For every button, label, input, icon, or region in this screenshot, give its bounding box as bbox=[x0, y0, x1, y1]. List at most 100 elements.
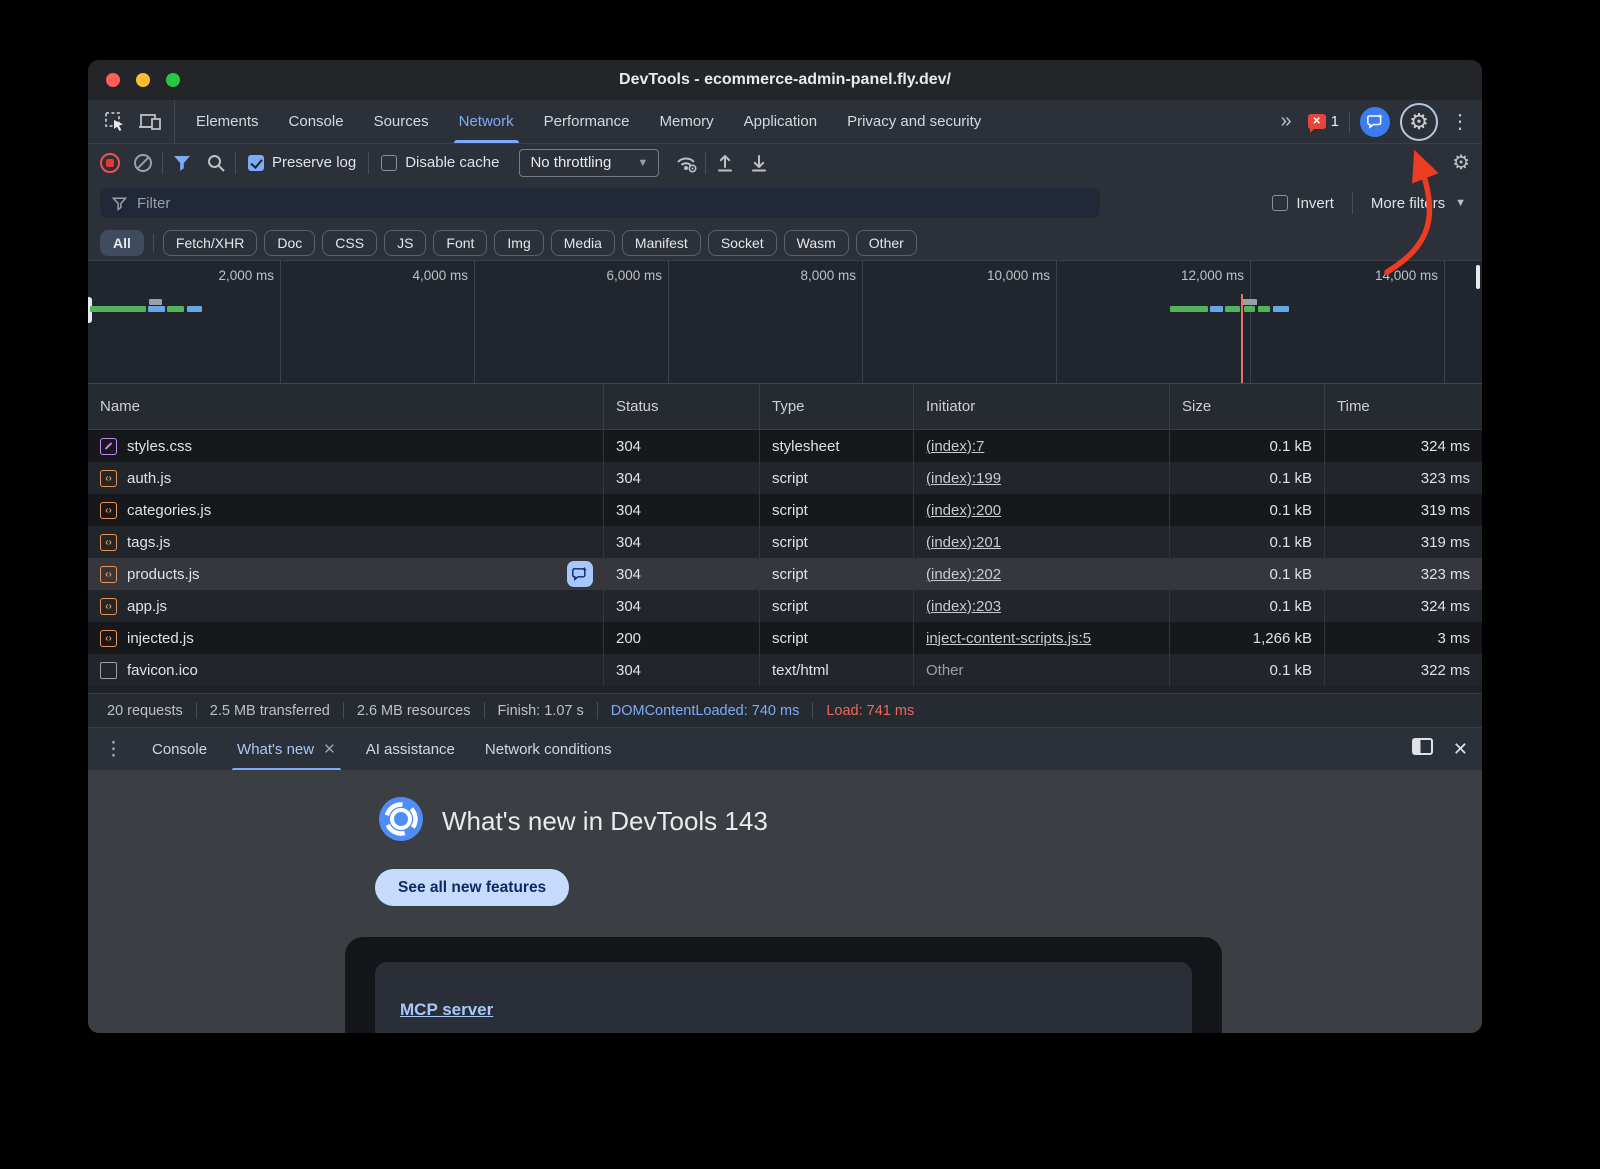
tab-console[interactable]: Console bbox=[274, 100, 359, 143]
drawer-tab-console[interactable]: Console bbox=[137, 728, 222, 770]
table-row[interactable]: ‹›injected.js200scriptinject-content-scr… bbox=[88, 622, 1482, 654]
inspect-element-icon[interactable] bbox=[100, 108, 130, 136]
network-toolbar: Preserve log Disable cache No throttling… bbox=[88, 143, 1482, 181]
overview-request-bar bbox=[149, 299, 162, 305]
type-chip-wasm[interactable]: Wasm bbox=[784, 230, 849, 256]
network-settings-gear-icon[interactable]: ⚙ bbox=[1452, 150, 1470, 175]
type-chip-doc[interactable]: Doc bbox=[264, 230, 315, 256]
initiator-link[interactable]: (index):203 bbox=[926, 598, 1001, 615]
initiator-link[interactable]: (index):199 bbox=[926, 470, 1001, 487]
column-header-name[interactable]: Name bbox=[88, 384, 604, 429]
type-chip-img[interactable]: Img bbox=[494, 230, 543, 256]
request-name: styles.css bbox=[127, 438, 192, 455]
cell-initiator: (index):7 bbox=[914, 430, 1170, 462]
ai-assistance-badge-icon[interactable] bbox=[567, 561, 593, 587]
ai-assistance-icon[interactable] bbox=[1360, 107, 1390, 137]
type-chip-media[interactable]: Media bbox=[551, 230, 615, 256]
search-icon[interactable] bbox=[201, 149, 231, 177]
type-chip-js[interactable]: JS bbox=[384, 230, 426, 256]
column-header-type[interactable]: Type bbox=[760, 384, 914, 429]
type-chip-fetch-xhr[interactable]: Fetch/XHR bbox=[163, 230, 257, 256]
see-all-new-features-button[interactable]: See all new features bbox=[375, 869, 569, 906]
device-toolbar-icon[interactable] bbox=[136, 108, 166, 136]
network-overview-timeline[interactable]: 2,000 ms4,000 ms6,000 ms8,000 ms10,000 m… bbox=[88, 261, 1482, 384]
cell-name: ‹›auth.js bbox=[88, 462, 604, 494]
initiator-link: Other bbox=[926, 662, 964, 679]
filter-input[interactable]: Filter bbox=[100, 188, 1100, 218]
cell-initiator: (index):199 bbox=[914, 462, 1170, 494]
drawer-tab-network-conditions[interactable]: Network conditions bbox=[470, 728, 627, 770]
clear-network-log-icon[interactable] bbox=[134, 154, 152, 172]
drawer-tab-ai-assistance[interactable]: AI assistance bbox=[351, 728, 470, 770]
chip-divider bbox=[153, 234, 154, 252]
tab-sources[interactable]: Sources bbox=[359, 100, 444, 143]
tab-network[interactable]: Network bbox=[444, 100, 529, 143]
record-network-log-button[interactable] bbox=[100, 153, 120, 173]
cell-time: 319 ms bbox=[1325, 494, 1482, 526]
more-filters-dropdown[interactable]: More filters ▼ bbox=[1371, 195, 1466, 212]
table-row[interactable]: ‹›auth.js304script(index):1990.1 kB323 m… bbox=[88, 462, 1482, 494]
request-name: auth.js bbox=[127, 470, 171, 487]
mcp-server-link[interactable]: MCP server bbox=[400, 1000, 493, 1019]
invert-checkbox[interactable]: Invert bbox=[1272, 195, 1334, 212]
column-header-status[interactable]: Status bbox=[604, 384, 760, 429]
disable-cache-checkbox[interactable]: Disable cache bbox=[373, 154, 507, 171]
table-row[interactable]: ‹›products.js304script(index):2020.1 kB3… bbox=[88, 558, 1482, 590]
import-har-icon[interactable] bbox=[710, 149, 740, 177]
cell-initiator: (index):200 bbox=[914, 494, 1170, 526]
cell-type: text/html bbox=[760, 654, 914, 686]
request-name: products.js bbox=[127, 566, 200, 583]
dock-side-panel-icon[interactable] bbox=[1412, 738, 1433, 761]
table-row[interactable]: ‹›app.js304script(index):2030.1 kB324 ms bbox=[88, 590, 1482, 622]
overview-grid-line bbox=[1250, 261, 1251, 383]
more-tabs-chevron-icon[interactable]: » bbox=[1273, 110, 1298, 133]
tab-application[interactable]: Application bbox=[729, 100, 832, 143]
initiator-link[interactable]: inject-content-scripts.js:5 bbox=[926, 630, 1091, 647]
close-tab-icon[interactable]: ✕ bbox=[323, 740, 336, 758]
load-event-line bbox=[1241, 294, 1243, 383]
initiator-link[interactable]: (index):201 bbox=[926, 534, 1001, 551]
table-row[interactable]: favicon.ico304text/htmlOther0.1 kB322 ms bbox=[88, 654, 1482, 686]
overview-request-bar bbox=[1225, 306, 1240, 312]
type-chip-all[interactable]: All bbox=[100, 230, 144, 256]
type-chip-socket[interactable]: Socket bbox=[708, 230, 777, 256]
column-header-initiator[interactable]: Initiator bbox=[914, 384, 1170, 429]
initiator-link[interactable]: (index):7 bbox=[926, 438, 984, 455]
column-header-size[interactable]: Size bbox=[1170, 384, 1325, 429]
close-drawer-icon[interactable]: ✕ bbox=[1453, 739, 1468, 760]
filter-funnel-icon[interactable] bbox=[167, 149, 197, 177]
filter-row: Filter Invert More filters ▼ bbox=[88, 181, 1482, 225]
customize-devtools-kebab-icon[interactable]: ⋮ bbox=[1448, 109, 1472, 134]
type-chip-css[interactable]: CSS bbox=[322, 230, 377, 256]
export-har-icon[interactable] bbox=[744, 149, 774, 177]
table-row[interactable]: ‹›tags.js304script(index):2010.1 kB319 m… bbox=[88, 526, 1482, 558]
tab-performance[interactable]: Performance bbox=[529, 100, 645, 143]
network-conditions-icon[interactable] bbox=[671, 149, 701, 177]
table-row[interactable]: ‹›categories.js304script(index):2000.1 k… bbox=[88, 494, 1482, 526]
overview-tick-label: 10,000 ms bbox=[906, 268, 1050, 283]
initiator-link[interactable]: (index):200 bbox=[926, 502, 1001, 519]
tab-memory[interactable]: Memory bbox=[645, 100, 729, 143]
overview-request-bar bbox=[1170, 306, 1208, 312]
type-chip-manifest[interactable]: Manifest bbox=[622, 230, 701, 256]
column-header-time[interactable]: Time bbox=[1325, 384, 1482, 429]
cell-initiator: Other bbox=[914, 654, 1170, 686]
preserve-log-checkbox[interactable]: Preserve log bbox=[240, 154, 364, 171]
table-row[interactable]: styles.css304stylesheet(index):70.1 kB32… bbox=[88, 430, 1482, 462]
cell-size: 0.1 kB bbox=[1170, 462, 1325, 494]
overview-request-bar bbox=[90, 306, 146, 312]
overview-scroll-handle[interactable] bbox=[1476, 265, 1480, 289]
summary-item: Load: 741 ms bbox=[813, 703, 927, 719]
settings-gear-button[interactable]: ⚙ bbox=[1400, 103, 1438, 141]
cell-time: 319 ms bbox=[1325, 526, 1482, 558]
tab-elements[interactable]: Elements bbox=[181, 100, 274, 143]
throttling-select[interactable]: No throttling ▼ bbox=[519, 149, 659, 177]
initiator-link[interactable]: (index):202 bbox=[926, 566, 1001, 583]
drawer-tab-what-s-new[interactable]: What's new✕ bbox=[222, 728, 351, 770]
type-chip-font[interactable]: Font bbox=[433, 230, 487, 256]
console-error-badge[interactable]: ✕ 1 bbox=[1308, 113, 1339, 130]
drawer-menu-kebab-icon[interactable]: ⋮ bbox=[88, 738, 137, 761]
overview-grid-line bbox=[474, 261, 475, 383]
tab-privacy-and-security[interactable]: Privacy and security bbox=[832, 100, 996, 143]
type-chip-other[interactable]: Other bbox=[856, 230, 917, 256]
